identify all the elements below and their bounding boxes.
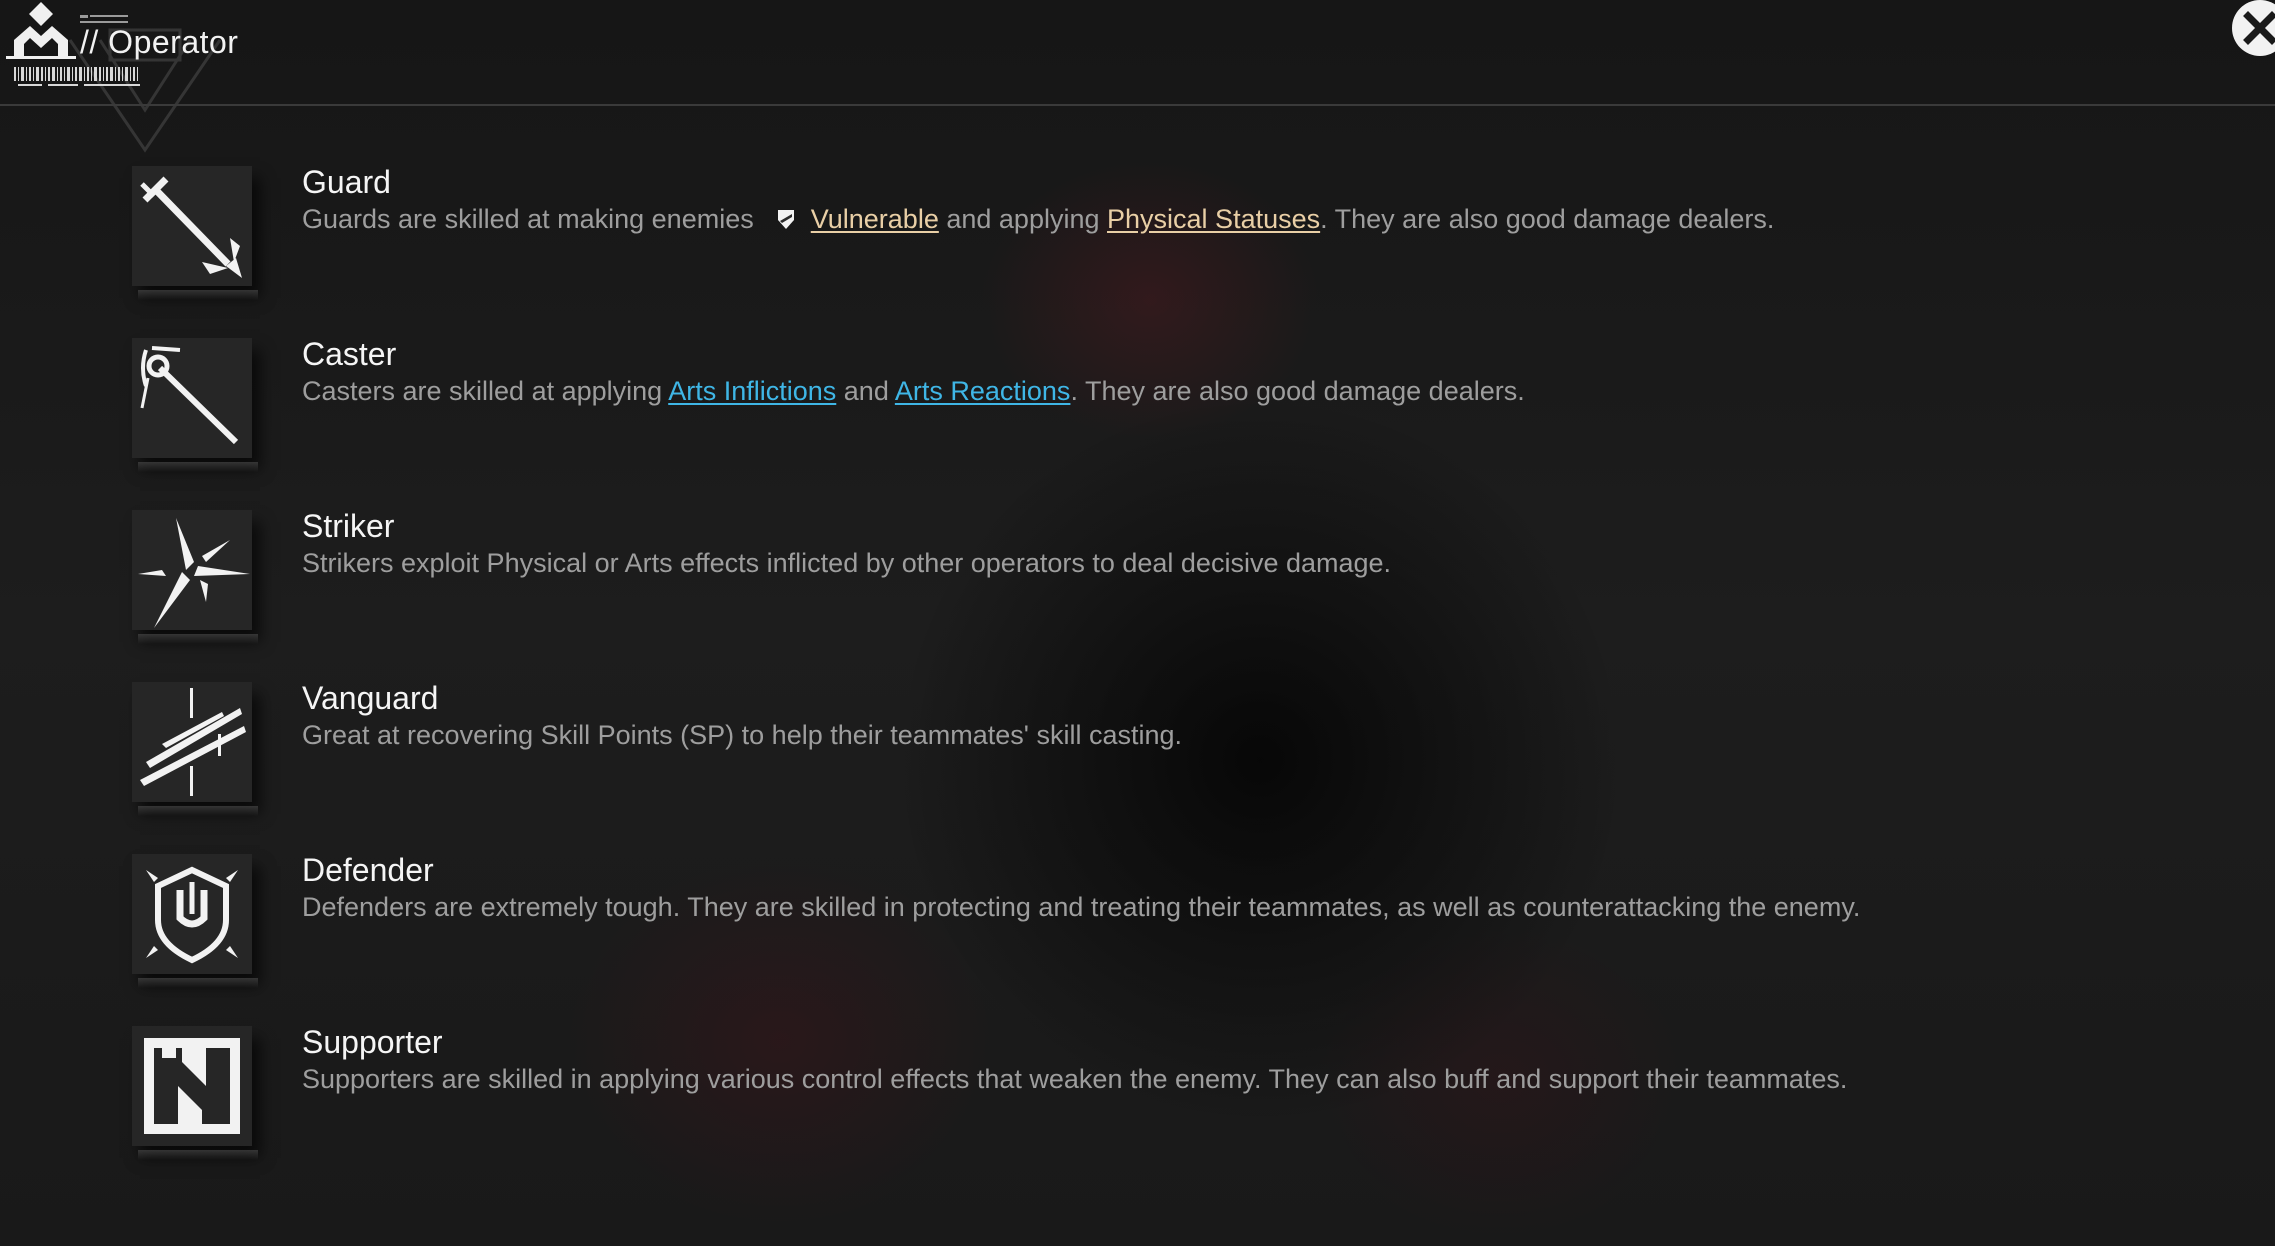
class-icon-tile-caster	[132, 338, 258, 472]
class-icon-tile-supporter	[132, 1026, 258, 1160]
support-block-icon	[144, 1038, 240, 1134]
description-text: Guards are skilled at making enemies	[302, 204, 754, 234]
class-icon-tile-defender	[132, 854, 258, 988]
class-icon-tile-striker	[132, 510, 258, 644]
description-text: . They are also good damage dealers.	[1070, 376, 1525, 406]
header-bar: // Operator	[0, 0, 2275, 106]
keyword-arts-inflictions-link[interactable]: Arts Inflictions	[668, 376, 836, 406]
shield-icon	[146, 866, 238, 964]
class-name: Defender	[302, 852, 434, 888]
class-row-vanguard[interactable]: Vanguard Great at recovering Skill Point…	[0, 680, 2275, 822]
description-text: Casters are skilled at applying	[302, 376, 663, 406]
class-name: Caster	[302, 336, 397, 372]
class-description: Supporters are skilled in applying vario…	[302, 1064, 1848, 1094]
class-name: Striker	[302, 508, 395, 544]
class-description: Defenders are extremely tough. They are …	[302, 892, 1861, 922]
class-row-defender[interactable]: Defender Defenders are extremely tough. …	[0, 852, 2275, 994]
shuriken-icon	[138, 518, 250, 628]
keyword-arts-reactions-link[interactable]: Arts Reactions	[895, 376, 1071, 406]
page-title: // Operator	[80, 24, 239, 60]
class-name: Supporter	[302, 1024, 443, 1060]
close-icon	[2243, 11, 2275, 45]
vulnerable-icon	[778, 210, 795, 229]
barcode-icon	[14, 67, 140, 86]
class-row-guard[interactable]: Guard Guards are skilled at making enemi…	[0, 164, 2275, 306]
class-description: Casters are skilled at applying Arts Inf…	[302, 376, 1525, 407]
class-description: Great at recovering Skill Points (SP) to…	[302, 720, 1183, 750]
keyword-physical-statuses-link[interactable]: Physical Statuses	[1107, 204, 1320, 234]
description-text: and applying	[946, 204, 1100, 234]
class-row-striker[interactable]: Striker Strikers exploit Physical or Art…	[0, 508, 2275, 650]
class-row-supporter[interactable]: Supporter Supporters are skilled in appl…	[0, 1024, 2275, 1166]
sword-icon	[140, 176, 242, 278]
close-button[interactable]	[2232, 0, 2275, 56]
class-description: Guards are skilled at making enemies Vul…	[302, 204, 1774, 235]
slash-icon	[140, 688, 246, 796]
description-text: and	[843, 376, 889, 406]
class-icon-tile-guard	[132, 166, 258, 300]
keyword-vulnerable-link[interactable]: Vulnerable	[811, 204, 939, 234]
operator-logo-icon	[6, 2, 76, 59]
class-name: Guard	[302, 164, 391, 200]
class-name: Vanguard	[302, 680, 439, 716]
staff-icon	[140, 346, 239, 445]
description-text: . They are also good damage dealers.	[1320, 204, 1775, 234]
class-icon-tile-vanguard	[132, 682, 258, 816]
class-description: Strikers exploit Physical or Arts effect…	[302, 548, 1392, 578]
class-row-caster[interactable]: Caster Casters are skilled at applying A…	[0, 336, 2275, 478]
